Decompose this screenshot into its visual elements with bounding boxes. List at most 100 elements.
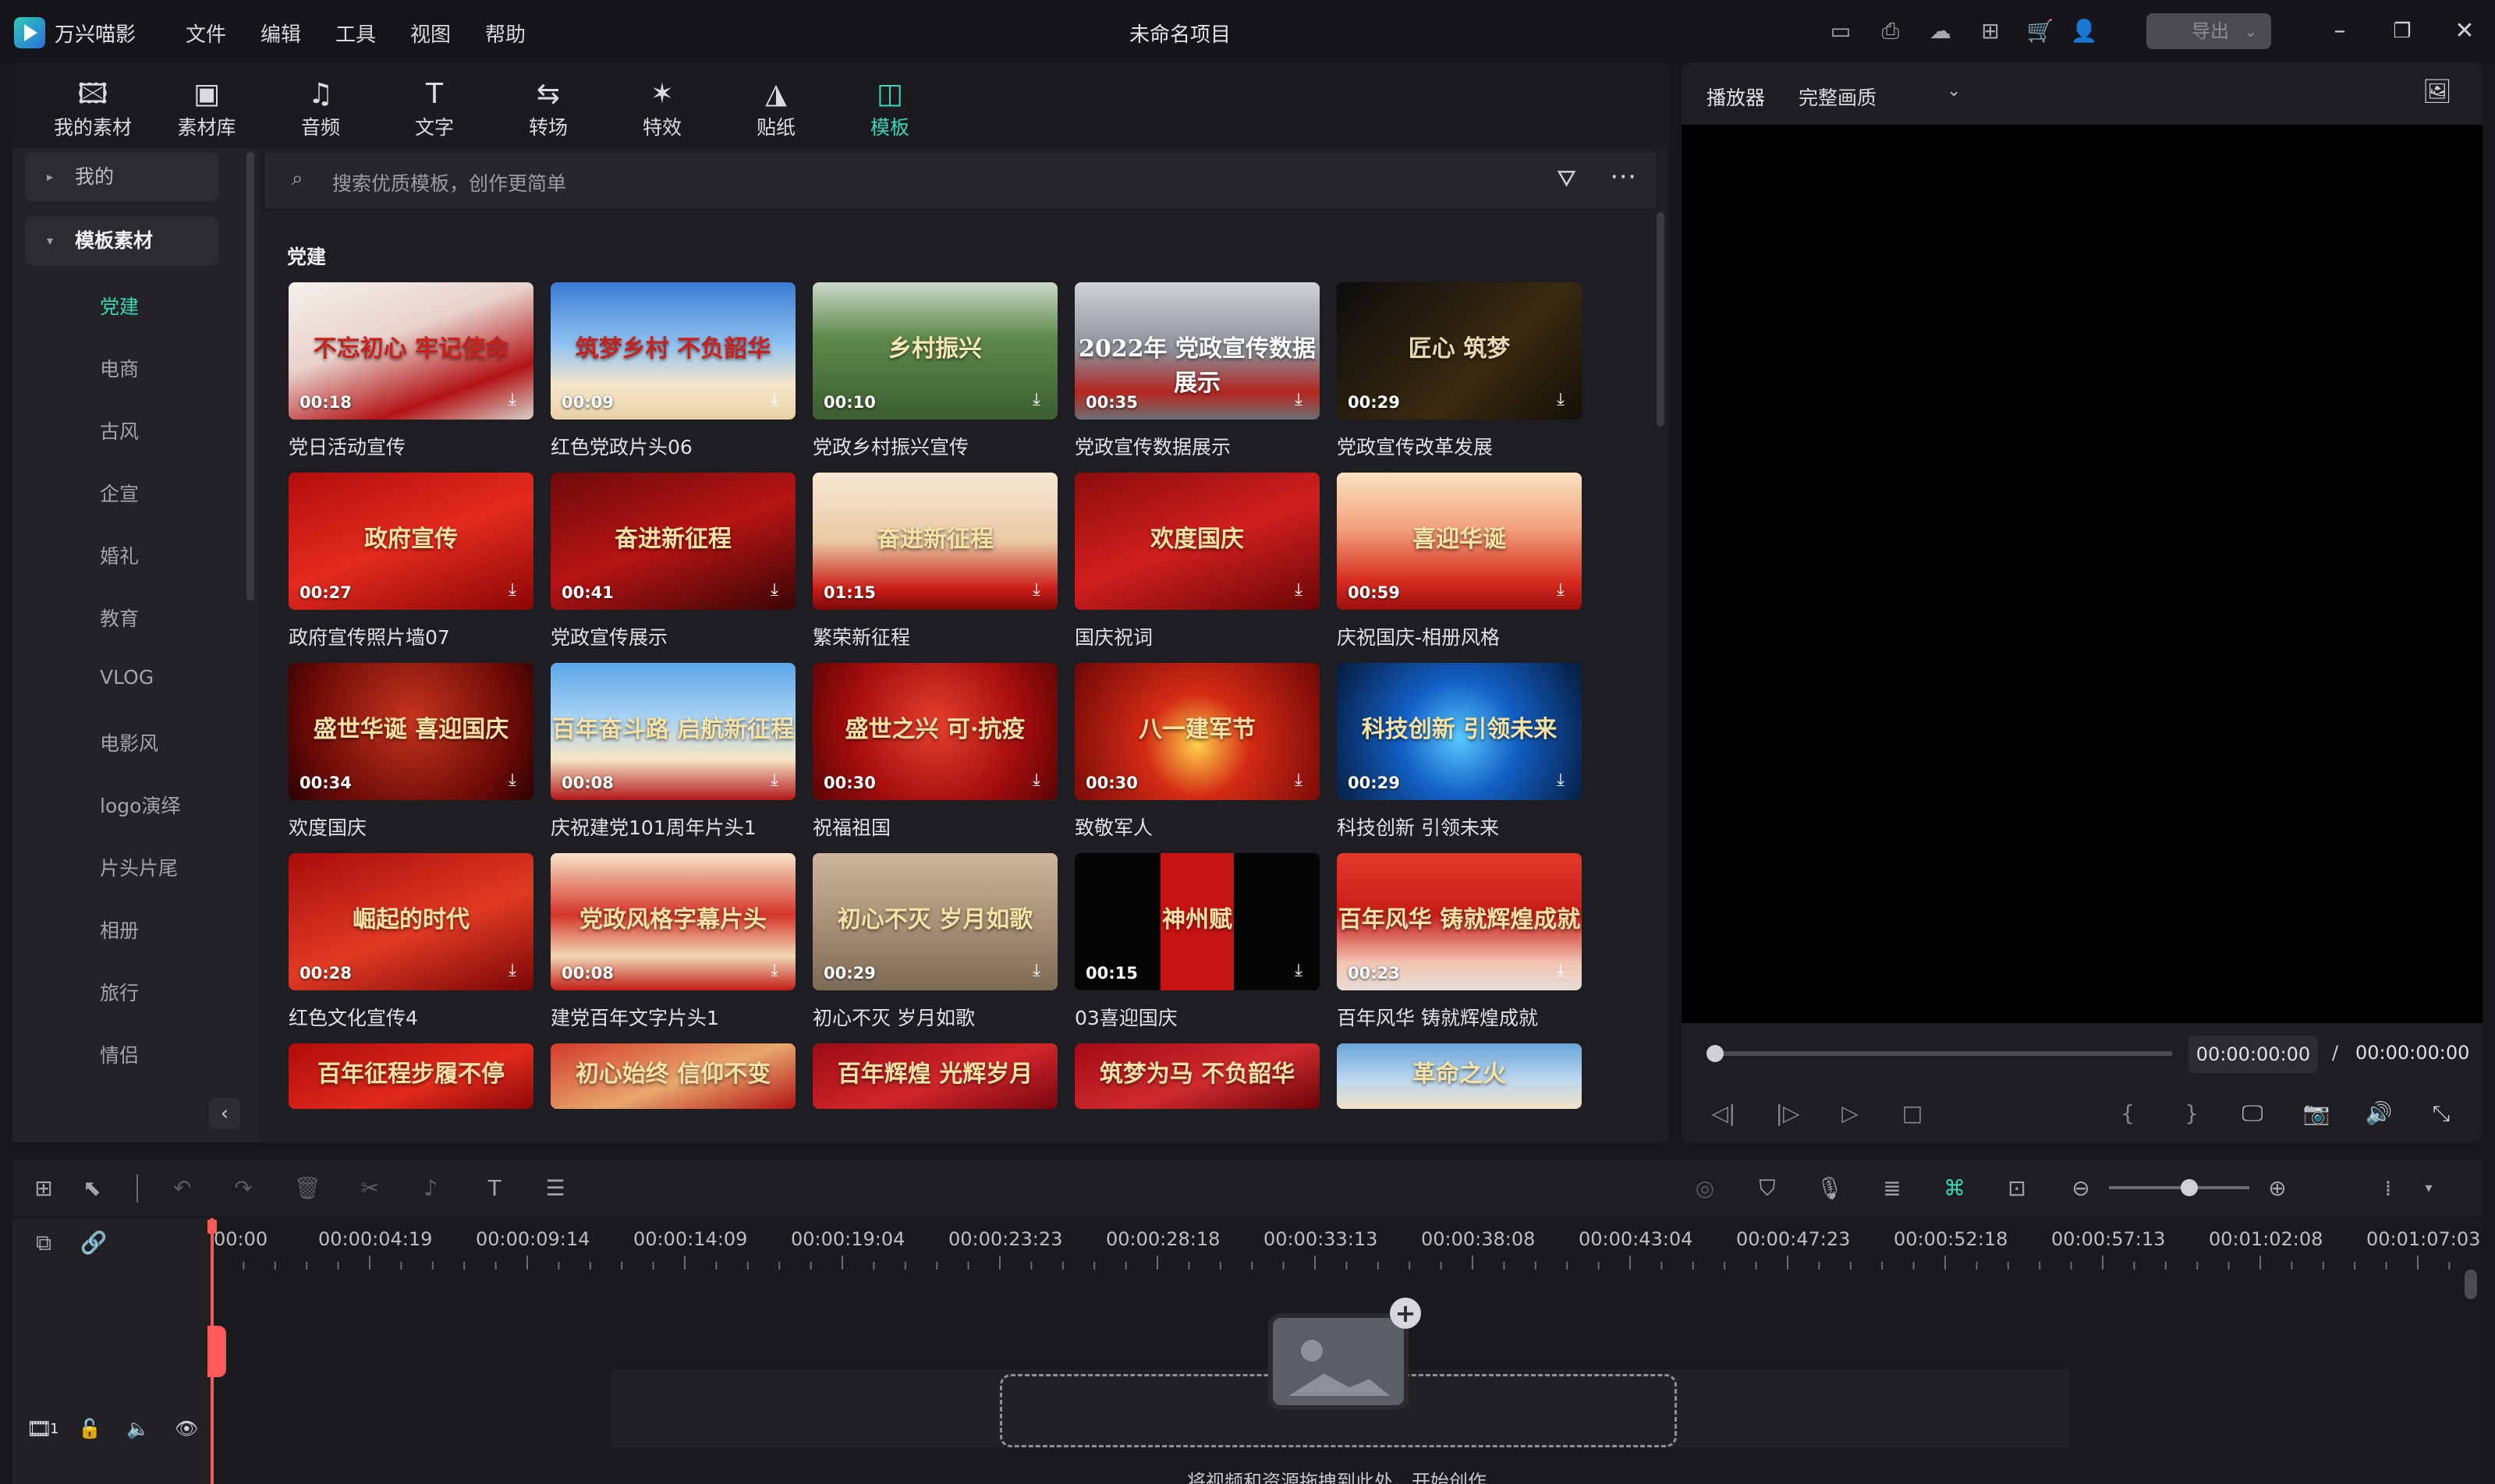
- sidebar-category[interactable]: 教育: [100, 604, 139, 632]
- render-icon[interactable]: ◎: [1688, 1171, 1722, 1206]
- menu-edit[interactable]: 编辑: [260, 19, 301, 48]
- sidebar-category[interactable]: 旅行: [100, 978, 139, 1006]
- download-icon[interactable]: ⤓: [1023, 387, 1050, 413]
- template-thumbnail[interactable]: 八一建军节 00:30 ⤓: [1075, 663, 1320, 800]
- audio-split-icon[interactable]: ♪: [413, 1171, 448, 1206]
- zoom-slider[interactable]: [2109, 1186, 2249, 1189]
- apps-grid-icon[interactable]: ⊞: [1976, 17, 2004, 45]
- template-card[interactable]: 喜迎华诞 00:59 ⤓ 庆祝国庆-相册风格: [1337, 473, 1582, 660]
- template-thumbnail[interactable]: 百年征程步履不停: [289, 1043, 533, 1109]
- cloud-upload-icon[interactable]: ☁: [1926, 17, 1955, 45]
- undo-icon[interactable]: ↶: [165, 1171, 200, 1206]
- download-icon[interactable]: ⤓: [1285, 767, 1312, 794]
- template-thumbnail[interactable]: 不忘初心 牢记使命 00:18 ⤓: [289, 282, 533, 420]
- mute-track-icon[interactable]: 🔈: [126, 1418, 150, 1440]
- cart-icon[interactable]: 🛒: [2026, 17, 2054, 45]
- template-card[interactable]: 筑梦乡村 不负韶华 00:09 ⤓ 红色党政片头06: [551, 282, 796, 469]
- template-thumbnail[interactable]: 革命之火: [1337, 1043, 1582, 1109]
- microphone-icon[interactable]: 🎙: [1813, 1171, 1847, 1206]
- template-thumbnail[interactable]: 乡村振兴 00:10 ⤓: [813, 282, 1058, 420]
- download-icon[interactable]: ⤓: [499, 767, 526, 794]
- menu-view[interactable]: 视图: [410, 19, 451, 48]
- sidebar-template-assets[interactable]: ▾ 模板素材: [25, 217, 218, 265]
- template-thumbnail[interactable]: 奋进新征程 00:41 ⤓: [551, 473, 796, 610]
- tab-text-t[interactable]: T 文字: [384, 76, 485, 142]
- next-frame-icon[interactable]: |▷: [1772, 1098, 1803, 1129]
- current-time[interactable]: 00:00:00:00: [2188, 1036, 2318, 1073]
- close-icon[interactable]: ✕: [2447, 14, 2482, 48]
- quality-select[interactable]: 完整画质: [1799, 83, 1877, 111]
- sidebar-category[interactable]: 片头片尾: [100, 853, 178, 881]
- template-card[interactable]: 匠心 筑梦 00:29 ⤓ 党政宣传改革发展: [1337, 282, 1582, 469]
- template-thumbnail[interactable]: 百年奋斗路 启航新征程 00:08 ⤓: [551, 663, 796, 800]
- user-icon[interactable]: 👤: [2070, 17, 2098, 45]
- visibility-icon[interactable]: 👁: [175, 1418, 198, 1440]
- template-card[interactable]: 盛世之兴 可·抗疫 00:30 ⤓ 祝福祖国: [813, 663, 1058, 850]
- tab-my-media[interactable]: 🖾 我的素材: [42, 76, 144, 142]
- download-icon[interactable]: ⤓: [761, 767, 788, 794]
- template-thumbnail[interactable]: 科技创新 引领未来 00:29 ⤓: [1337, 663, 1582, 800]
- download-icon[interactable]: ⤓: [1023, 767, 1050, 794]
- sidebar-category[interactable]: 相册: [100, 916, 139, 944]
- menu-file[interactable]: 文件: [186, 19, 226, 48]
- template-card[interactable]: 奋进新征程 01:15 ⤓ 繁荣新征程: [813, 473, 1058, 660]
- select-tool-icon[interactable]: ⬉: [75, 1171, 109, 1206]
- download-icon[interactable]: ⤓: [1547, 767, 1574, 794]
- download-icon[interactable]: ⤓: [1023, 958, 1050, 984]
- template-card[interactable]: 科技创新 引领未来 00:29 ⤓ 科技创新 引领未来: [1337, 663, 1582, 850]
- stop-icon[interactable]: □: [1897, 1098, 1928, 1129]
- filter-icon[interactable]: ⛛: [1557, 165, 1576, 193]
- template-card[interactable]: 崛起的时代 00:28 ⤓ 红色文化宣传4: [289, 853, 533, 1040]
- template-thumbnail[interactable]: 匠心 筑梦 00:29 ⤓: [1337, 282, 1582, 420]
- sidebar-scrollbar[interactable]: [246, 152, 254, 600]
- tab-sticker[interactable]: ◮ 贴纸: [725, 76, 827, 142]
- lock-track-icon[interactable]: 🔓: [78, 1418, 101, 1440]
- template-card[interactable]: 不忘初心 牢记使命 00:18 ⤓ 党日活动宣传: [289, 282, 533, 469]
- playhead-drag-tab[interactable]: [207, 1326, 226, 1377]
- tab-stock-library[interactable]: ▣ 素材库: [156, 76, 257, 142]
- camera-icon[interactable]: 📷: [2301, 1098, 2332, 1129]
- template-thumbnail[interactable]: 喜迎华诞 00:59 ⤓: [1337, 473, 1582, 610]
- template-card[interactable]: 革命之火: [1337, 1043, 1582, 1109]
- template-thumbnail[interactable]: 盛世华诞 喜迎国庆 00:34 ⤓: [289, 663, 533, 800]
- template-thumbnail[interactable]: 盛世之兴 可·抗疫 00:30 ⤓: [813, 663, 1058, 800]
- sidebar-mine[interactable]: ▸ 我的: [25, 153, 218, 201]
- marker-icon[interactable]: ⛉: [1750, 1171, 1784, 1206]
- sidebar-category[interactable]: 党建: [100, 292, 139, 320]
- download-icon[interactable]: ⤓: [1285, 387, 1312, 413]
- template-thumbnail[interactable]: 百年风华 铸就辉煌成就 00:23 ⤓: [1337, 853, 1582, 990]
- template-card[interactable]: 党政风格字幕片头 00:08 ⤓ 建党百年文字片头1: [551, 853, 796, 1040]
- chevron-down-icon[interactable]: ⌄: [1947, 81, 1961, 101]
- sidebar-category[interactable]: logo演绎: [100, 791, 180, 819]
- template-grid-scrollbar[interactable]: [1657, 212, 1664, 427]
- minimize-icon[interactable]: –: [2323, 14, 2357, 48]
- collapse-sidebar-button[interactable]: ‹: [209, 1098, 240, 1129]
- cut-icon[interactable]: ✂: [353, 1171, 387, 1206]
- menu-tools[interactable]: 工具: [335, 19, 376, 48]
- zoom-slider-handle[interactable]: [2181, 1179, 2198, 1196]
- template-card[interactable]: 百年征程步履不停: [289, 1043, 533, 1109]
- template-card[interactable]: 筑梦为马 不负韶华: [1075, 1043, 1320, 1109]
- timeline-scrollbar[interactable]: [2465, 1270, 2477, 1299]
- template-thumbnail[interactable]: 政府宣传 00:27 ⤓: [289, 473, 533, 610]
- volume-icon[interactable]: 🔊: [2363, 1098, 2394, 1129]
- download-icon[interactable]: ⤓: [1547, 387, 1574, 413]
- zoom-in-icon[interactable]: ⊕: [2260, 1171, 2295, 1206]
- download-icon[interactable]: ⤓: [761, 958, 788, 984]
- tab-transition[interactable]: ⇆ 转场: [498, 76, 599, 142]
- link-icon[interactable]: 🔗: [76, 1226, 111, 1260]
- template-thumbnail[interactable]: 奋进新征程 01:15 ⤓: [813, 473, 1058, 610]
- template-thumbnail[interactable]: 百年辉煌 光辉岁月: [813, 1043, 1058, 1109]
- export-button[interactable]: 导出 ⌄: [2146, 13, 2271, 49]
- tab-sparkle[interactable]: ✶ 特效: [611, 76, 713, 142]
- template-thumbnail[interactable]: 初心始终 信仰不变: [551, 1043, 796, 1109]
- template-card[interactable]: 初心不灭 岁月如歌 00:29 ⤓ 初心不灭 岁月如歌: [813, 853, 1058, 1040]
- audio-mix-icon[interactable]: ≣: [1875, 1171, 1909, 1206]
- template-thumbnail[interactable]: 神州赋 00:15 ⤓: [1075, 853, 1320, 990]
- playhead-handle[interactable]: [207, 1220, 217, 1234]
- download-icon[interactable]: ⤓: [761, 577, 788, 604]
- sidebar-category[interactable]: VLOG: [100, 666, 154, 689]
- sidebar-category[interactable]: 企宣: [100, 479, 139, 507]
- sidebar-category[interactable]: 情侣: [100, 1040, 139, 1068]
- template-thumbnail[interactable]: 党政风格字幕片头 00:08 ⤓: [551, 853, 796, 990]
